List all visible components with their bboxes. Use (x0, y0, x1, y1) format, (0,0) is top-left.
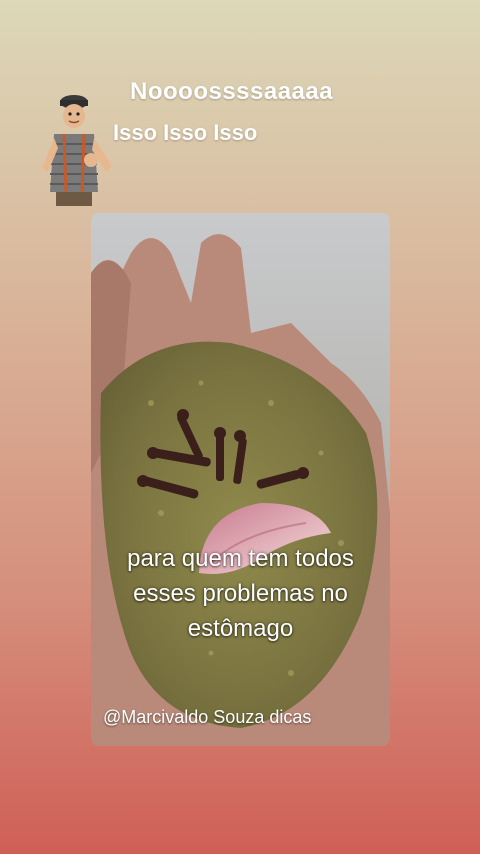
caption-line-3: estômago (187, 615, 294, 642)
caption-line-1: para quem tem todos (127, 545, 354, 572)
video-caption: para quem tem todos esses problemas no e… (91, 541, 390, 646)
creator-credit: @Marcivaldo Souza dicas (103, 707, 312, 727)
hand-with-spices-image (91, 234, 390, 746)
caption-line-2: esses problemas no (133, 580, 348, 607)
cartoon-character-sticker-icon[interactable] (36, 92, 120, 208)
video-frame[interactable]: para quem tem todos esses problemas no e… (91, 213, 390, 746)
story-headline: Noooossssaaaaa (130, 78, 334, 105)
story-subline: Isso Isso Isso (113, 120, 258, 145)
